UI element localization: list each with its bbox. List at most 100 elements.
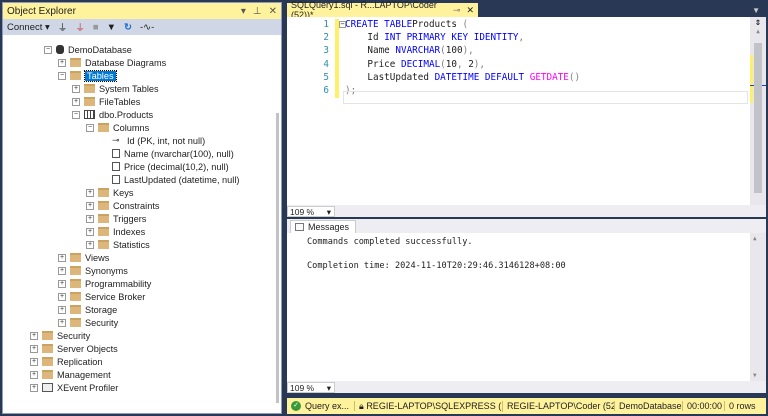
messages-pane[interactable]: Commands completed successfully. Complet… (287, 233, 766, 381)
expand-icon[interactable]: + (72, 84, 80, 93)
line-number-gutter: 1 2345 6 (287, 17, 335, 205)
filter-icon[interactable]: ▼ (107, 22, 116, 33)
expand-icon[interactable]: + (86, 201, 94, 210)
code-token: 10 (445, 58, 457, 70)
expand-icon[interactable]: + (86, 227, 94, 236)
tree-node[interactable]: + Indexes (86, 225, 145, 238)
message-line: Completion time: 2024-11-10T20:29:46.314… (307, 261, 566, 271)
messages-scrollbar[interactable]: ▲ ▼ (750, 233, 766, 381)
expand-icon[interactable]: + (30, 370, 38, 379)
connect-plug-icon[interactable]: ⏚ (58, 20, 68, 34)
tree-node[interactable]: + Server Objects (30, 342, 118, 355)
tree-node[interactable]: ⊸ Id (PK, int, not null) (100, 134, 205, 147)
scroll-thumb[interactable] (754, 43, 762, 193)
column-icon (112, 175, 120, 184)
expand-icon[interactable]: + (58, 279, 66, 288)
tree-node[interactable]: + Database Diagrams (58, 56, 166, 69)
tree-node[interactable]: + Security (58, 316, 118, 329)
database-icon (56, 45, 64, 54)
tree-node[interactable]: + Service Broker (58, 290, 145, 303)
expand-icon[interactable]: + (58, 292, 66, 301)
tree-node[interactable]: + Programmability (58, 277, 151, 290)
collapse-icon[interactable]: − (44, 45, 52, 54)
tab-sqlquery1[interactable]: SQLQuery1.sql - R...LAPTOP\Coder (52))* … (287, 0, 478, 20)
tree-node[interactable]: + Management (30, 368, 111, 381)
close-icon[interactable]: ✕ (269, 6, 277, 17)
folder-icon (42, 344, 53, 353)
folder-icon (70, 292, 81, 301)
tree-node[interactable]: − dbo.Products (72, 108, 153, 121)
tab-list-dropdown-icon[interactable]: ▼ (752, 6, 760, 15)
messages-icon (295, 223, 304, 231)
messages-zoom-select[interactable]: 109 % ▾ (287, 381, 335, 393)
tree-node-label: Database Diagrams (85, 57, 167, 68)
success-check-icon: ✓ (291, 401, 301, 411)
server-label: REGIE-LAPTOP\SQLEXPRESS (12... (366, 400, 502, 411)
code-token: NVARCHAR (395, 45, 441, 57)
folder-icon (70, 58, 81, 67)
expand-icon[interactable]: + (30, 357, 38, 366)
editor-zoom-bar: 109 % ▾ (287, 205, 766, 217)
expand-icon[interactable]: + (30, 344, 38, 353)
tree-node[interactable]: LastUpdated (datetime, null) (100, 173, 239, 186)
tree-node[interactable]: + Synonyms (58, 264, 128, 277)
tab-messages[interactable]: Messages (290, 220, 357, 233)
tree-node[interactable]: + Replication (30, 355, 102, 368)
user-name: REGIE-LAPTOP\Coder (52) (503, 401, 615, 411)
collapse-icon[interactable]: − (72, 110, 80, 119)
expand-icon[interactable]: + (58, 318, 66, 327)
stop-icon[interactable]: ■ (93, 22, 99, 33)
expand-icon[interactable]: + (58, 253, 66, 262)
scroll-up-icon[interactable]: ▲ (750, 28, 766, 35)
tab-close-icon[interactable]: ✕ (466, 5, 474, 16)
tree-node[interactable]: + Statistics (86, 238, 150, 251)
pin-icon[interactable]: ⊸ (453, 5, 461, 16)
split-icon[interactable]: ⇕ (750, 17, 766, 28)
fold-collapse-icon[interactable]: − (339, 21, 346, 28)
expand-icon[interactable]: + (30, 331, 38, 340)
line-number: 4 (323, 58, 329, 70)
tree-node[interactable]: + Security (30, 329, 90, 342)
tree-node[interactable]: + Storage (58, 303, 117, 316)
tree-node[interactable]: + Keys (86, 186, 133, 199)
expand-icon[interactable]: + (58, 266, 66, 275)
tree-node[interactable]: Price (decimal(10,2), null) (100, 160, 229, 173)
pin-icon[interactable]: ⊥ (253, 6, 262, 17)
sql-editor[interactable]: 1 2345 6 CREATE TABLEProducts ( Id INT PRI… (287, 17, 766, 205)
tree-node-label: Programmability (85, 278, 152, 289)
tree-scrollbar[interactable] (276, 113, 279, 403)
tree-node[interactable]: + Constraints (86, 199, 159, 212)
expand-icon[interactable]: + (58, 305, 66, 314)
expand-icon[interactable]: + (86, 188, 94, 197)
collapse-icon[interactable]: − (86, 123, 94, 132)
expand-icon[interactable]: + (72, 97, 80, 106)
tree-node[interactable]: − Tables (58, 69, 117, 82)
code-token: ( (462, 19, 469, 30)
tree-node[interactable]: + Triggers (86, 212, 146, 225)
expand-icon[interactable]: + (58, 58, 66, 67)
code-line: Name NVARCHAR(100), (345, 45, 473, 57)
tree-node[interactable]: Name (nvarchar(100), null) (100, 147, 234, 160)
code-line: Id INT PRIMARY KEY IDENTITY, (345, 32, 524, 43)
tree-node[interactable]: + System Tables (72, 82, 159, 95)
activity-monitor-icon[interactable]: -∿- (140, 22, 154, 33)
expand-icon[interactable]: + (86, 240, 94, 249)
editor-zoom-select[interactable]: 109 % ▾ (287, 205, 335, 217)
connect-button[interactable]: Connect ▾ (7, 22, 50, 33)
dropdown-icon[interactable]: ▾ (241, 6, 246, 17)
editor-vertical-scrollbar[interactable]: ⇕ ▲ (750, 17, 766, 205)
expand-icon[interactable]: + (30, 383, 38, 392)
tree-node[interactable]: + XEvent Profiler (30, 381, 118, 394)
tree-node[interactable]: − DemoDatabase (44, 43, 132, 56)
folder-icon (98, 123, 109, 132)
elapsed-time: 00:00:00 (683, 401, 725, 411)
object-explorer-toolbar: Connect ▾ ⏚ ⏚ ■ ▼ ↻ -∿- (3, 19, 281, 35)
disconnect-icon[interactable]: ⏚ (75, 20, 85, 34)
tree-node[interactable]: + FileTables (72, 95, 140, 108)
collapse-icon[interactable]: − (58, 71, 66, 80)
refresh-icon[interactable]: ↻ (124, 22, 132, 33)
tree-node[interactable]: − Columns (86, 121, 149, 134)
expand-icon[interactable]: + (86, 214, 94, 223)
tree-node-label: Security (85, 317, 119, 328)
tree-node[interactable]: + Views (58, 251, 109, 264)
